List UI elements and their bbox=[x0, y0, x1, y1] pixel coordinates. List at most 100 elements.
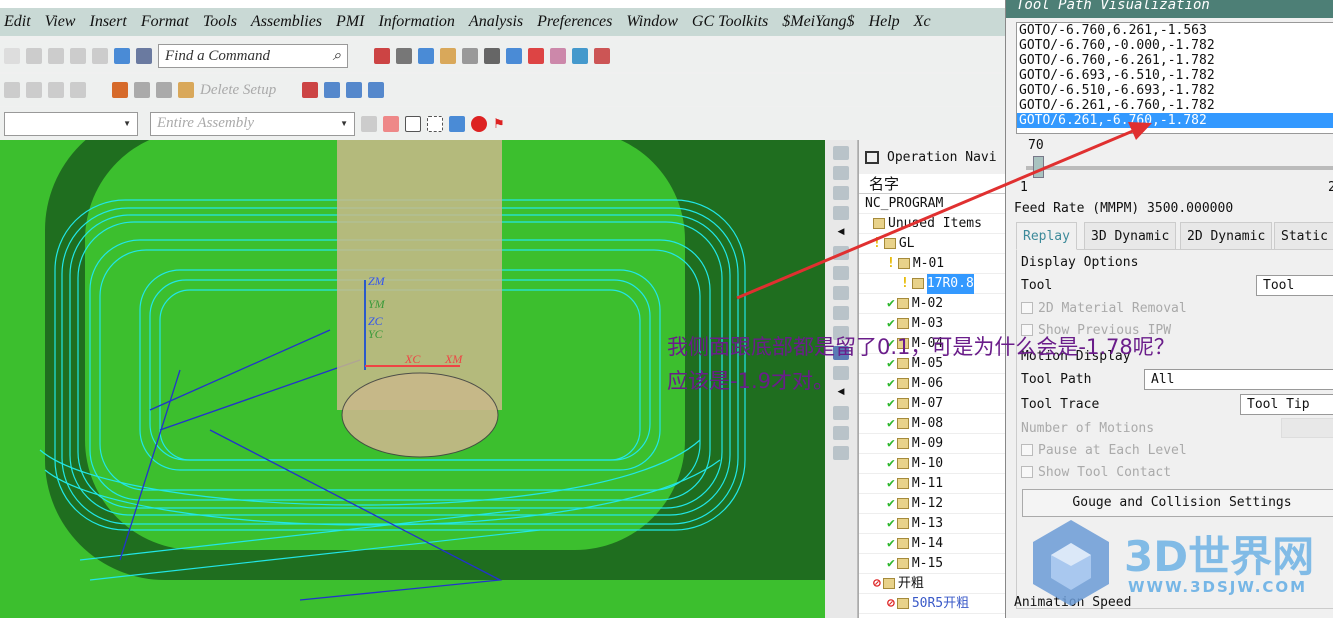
curve-icon[interactable] bbox=[26, 82, 42, 98]
menu-view[interactable]: View bbox=[45, 13, 76, 31]
tree-item[interactable]: ✔ M-12 bbox=[859, 494, 1005, 514]
find-command-input[interactable]: Find a Command ⌕ bbox=[158, 44, 348, 68]
new-icon[interactable] bbox=[4, 48, 20, 64]
tree-item[interactable]: ! GL bbox=[859, 234, 1005, 254]
animation-slider-track[interactable] bbox=[1026, 166, 1333, 170]
goto-list-item[interactable]: GOTO/-6.760,6.261,-1.563 bbox=[1017, 23, 1333, 38]
tree-item[interactable]: ! 17R0.8 bbox=[859, 273, 1005, 294]
tree-item[interactable]: ✔ M-15 bbox=[859, 554, 1005, 574]
redo-icon[interactable] bbox=[92, 48, 108, 64]
type-filter-select[interactable]: ▼ bbox=[4, 111, 138, 136]
sketch-icon[interactable] bbox=[4, 82, 20, 98]
menu-information[interactable]: Information bbox=[378, 13, 454, 31]
layout-icon[interactable] bbox=[374, 48, 390, 64]
window-icon[interactable] bbox=[484, 48, 500, 64]
undo-icon[interactable] bbox=[70, 48, 86, 64]
menu-pmi[interactable]: PMI bbox=[336, 13, 364, 31]
menu--meiyang-[interactable]: $MeiYang$ bbox=[782, 13, 854, 31]
navigator-icon[interactable] bbox=[136, 48, 152, 64]
history-icon[interactable] bbox=[833, 426, 849, 440]
collapse-left-icon[interactable]: ◀ bbox=[833, 226, 849, 240]
tree-item[interactable]: Unused Items bbox=[859, 214, 1005, 234]
box-select-icon[interactable] bbox=[427, 115, 443, 132]
tab-3d-dynamic[interactable]: 3D Dynamic bbox=[1084, 222, 1177, 250]
tree-item[interactable]: ⊘ 50R5开粗 bbox=[859, 594, 1005, 614]
tree-item[interactable]: ✔ M-10 bbox=[859, 454, 1005, 474]
tree-item[interactable]: ⊘ 开粗 bbox=[859, 574, 1005, 594]
cube-icon[interactable] bbox=[418, 48, 434, 64]
menu-edit[interactable]: Edit bbox=[4, 13, 31, 31]
folder-icon[interactable] bbox=[440, 48, 456, 64]
render-icon[interactable] bbox=[396, 48, 412, 64]
menu-tools[interactable]: Tools bbox=[203, 13, 237, 31]
program-view-icon[interactable] bbox=[833, 206, 849, 220]
pause-each-level-checkbox[interactable]: Pause at Each Level bbox=[1021, 443, 1187, 458]
palette-icon[interactable] bbox=[833, 446, 849, 460]
record-icon[interactable] bbox=[471, 115, 487, 132]
selection-icon[interactable] bbox=[383, 115, 399, 132]
menu-help[interactable]: Help bbox=[869, 13, 900, 31]
goto-list[interactable]: GOTO/-6.760,6.261,-1.563 GOTO/-6.760,-0.0… bbox=[1016, 22, 1333, 134]
postprocess-icon[interactable] bbox=[368, 82, 385, 98]
offset-icon[interactable] bbox=[48, 82, 64, 98]
menu-insert[interactable]: Insert bbox=[89, 13, 126, 31]
method-view-icon[interactable] bbox=[833, 186, 849, 200]
tool-select[interactable]: Tool bbox=[1256, 275, 1333, 296]
tool-trace-select[interactable]: Tool Tip bbox=[1240, 394, 1333, 415]
constraint-icon[interactable] bbox=[572, 48, 588, 64]
tree-root[interactable]: NC_PROGRAM bbox=[859, 194, 1005, 214]
material-removal-checkbox[interactable]: 2D Material Removal bbox=[1021, 301, 1187, 316]
tree-item[interactable]: ✔ M-14 bbox=[859, 534, 1005, 554]
point-icon[interactable] bbox=[134, 82, 150, 98]
menu-format[interactable]: Format bbox=[141, 13, 189, 31]
column-header-name[interactable]: 名字 bbox=[859, 174, 1005, 194]
menu-xc[interactable]: Xc bbox=[914, 13, 931, 31]
open-icon[interactable] bbox=[26, 48, 42, 64]
tool-op-icon[interactable] bbox=[833, 246, 849, 260]
generate-icon[interactable] bbox=[302, 82, 319, 98]
menu-preferences[interactable]: Preferences bbox=[537, 13, 612, 31]
goto-list-item[interactable]: GOTO/-6.693,-6.510,-1.782 bbox=[1017, 68, 1333, 83]
goto-list-item[interactable]: GOTO/-6.760,-0.000,-1.782 bbox=[1017, 38, 1333, 53]
tree-item[interactable]: ✔ M-13 bbox=[859, 514, 1005, 534]
geometry-view-icon[interactable] bbox=[833, 166, 849, 180]
verify-op-icon[interactable] bbox=[833, 286, 849, 300]
menu-window[interactable]: Window bbox=[626, 13, 678, 31]
measure-icon[interactable] bbox=[594, 48, 610, 64]
save-icon[interactable] bbox=[48, 48, 64, 64]
orient-icon[interactable] bbox=[506, 48, 522, 64]
create-program-icon[interactable] bbox=[112, 82, 128, 98]
list-op-icon[interactable] bbox=[833, 306, 849, 320]
path-op-icon[interactable] bbox=[833, 266, 849, 280]
scope-select[interactable]: Entire Assembly ▼ bbox=[150, 111, 355, 136]
tree-item[interactable]: ! M-01 bbox=[859, 254, 1005, 274]
point-snap-icon[interactable] bbox=[405, 115, 421, 132]
verify-icon[interactable] bbox=[346, 82, 363, 98]
animation-slider-thumb[interactable] bbox=[1033, 156, 1044, 178]
flag-icon[interactable]: ⚑ bbox=[493, 116, 509, 132]
tool-icon[interactable] bbox=[156, 82, 172, 98]
tree-item[interactable]: ✔ M-02 bbox=[859, 294, 1005, 314]
geometry-icon[interactable] bbox=[178, 82, 194, 98]
tab-static[interactable]: Static bbox=[1274, 222, 1333, 250]
assembly-icon[interactable] bbox=[550, 48, 566, 64]
goto-list-item[interactable]: GOTO/6.261,-6.760,-1.782 bbox=[1017, 113, 1333, 128]
goto-list-item[interactable]: GOTO/-6.510,-6.693,-1.782 bbox=[1017, 83, 1333, 98]
tree-item[interactable]: ✔ M-09 bbox=[859, 434, 1005, 454]
goto-list-item[interactable]: GOTO/-6.261,-6.760,-1.782 bbox=[1017, 98, 1333, 113]
show-tool-contact-checkbox[interactable]: Show Tool Contact bbox=[1021, 465, 1171, 480]
tab-2d-dynamic[interactable]: 2D Dynamic bbox=[1180, 222, 1273, 250]
delete-setup-button[interactable]: Delete Setup bbox=[200, 82, 276, 99]
snap-icon[interactable] bbox=[361, 115, 377, 132]
number-of-motions-input[interactable] bbox=[1281, 418, 1333, 438]
menu-assemblies[interactable]: Assemblies bbox=[251, 13, 322, 31]
tree-item[interactable]: ✔ M-11 bbox=[859, 474, 1005, 494]
replay-icon[interactable] bbox=[324, 82, 341, 98]
tab-replay[interactable]: Replay bbox=[1016, 222, 1077, 250]
trim-icon[interactable] bbox=[70, 82, 86, 98]
part-icon[interactable] bbox=[114, 48, 130, 64]
tree-item[interactable]: ✔ M-08 bbox=[859, 414, 1005, 434]
roles-icon[interactable] bbox=[833, 406, 849, 420]
menu-gc-toolkits[interactable]: GC Toolkits bbox=[692, 13, 768, 31]
machine-view-icon[interactable] bbox=[833, 146, 849, 160]
